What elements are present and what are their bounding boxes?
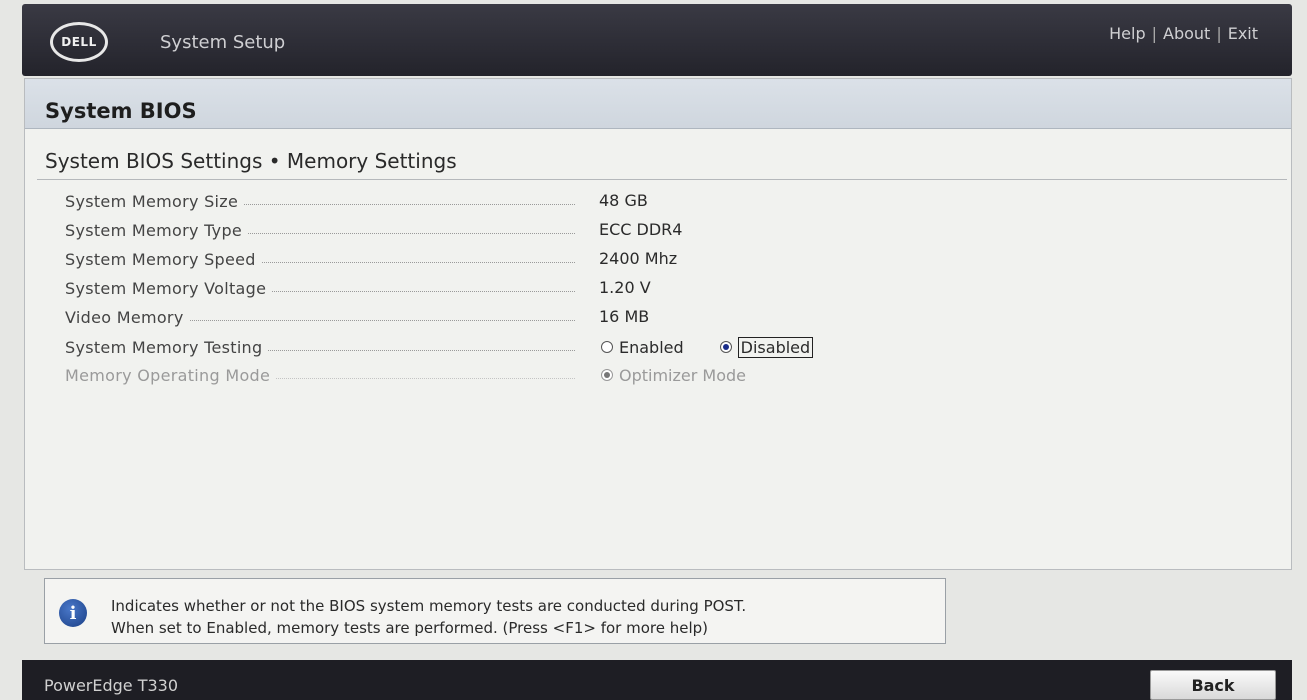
setting-row-memory-operating-mode: Memory Operating Mode Optimizer Mode	[65, 363, 1265, 387]
exit-link[interactable]: Exit	[1228, 24, 1258, 43]
setting-row-memory-voltage: System Memory Voltage 1.20 V	[65, 276, 1265, 300]
bottom-bar: PowerEdge T330 Back	[22, 660, 1292, 700]
radio-selected-icon	[601, 369, 613, 381]
help-line-1: Indicates whether or not the BIOS system…	[111, 597, 747, 615]
link-separator: |	[1151, 24, 1157, 43]
leader-dots	[268, 349, 575, 351]
setting-row-memory-size: System Memory Size 48 GB	[65, 189, 1265, 213]
memory-testing-radio-group: Enabled Disabled	[601, 335, 849, 359]
main-panel: System BIOS System BIOS Settings • Memor…	[24, 78, 1292, 570]
memory-testing-disabled-option[interactable]: Disabled	[719, 336, 814, 358]
option-label: Enabled	[619, 337, 684, 357]
setting-value: 1.20 V	[599, 278, 651, 297]
leader-dots	[248, 232, 575, 234]
setting-row-video-memory: Video Memory 16 MB	[65, 305, 1265, 329]
leader-dots	[261, 261, 575, 263]
help-panel: i Indicates whether or not the BIOS syst…	[44, 578, 946, 644]
setting-label: System Memory Speed	[65, 249, 256, 269]
option-label: Optimizer Mode	[619, 365, 746, 385]
radio-unselected-icon[interactable]	[601, 341, 613, 353]
leader-dots	[244, 203, 575, 205]
leader-dots	[272, 290, 575, 292]
header-links: Help | About | Exit	[1109, 24, 1258, 43]
optimizer-mode-option: Optimizer Mode	[601, 366, 746, 385]
dell-logo: DELL	[50, 22, 108, 62]
link-separator: |	[1216, 24, 1222, 43]
setting-label: System Memory Testing	[65, 337, 263, 357]
setting-label: System Memory Voltage	[65, 278, 267, 298]
leader-dots	[276, 377, 575, 379]
help-line-2: When set to Enabled, memory tests are pe…	[111, 619, 709, 637]
about-link[interactable]: About	[1163, 24, 1210, 43]
memory-testing-enabled-option[interactable]: Enabled	[601, 338, 684, 357]
setting-value: 2400 Mhz	[599, 249, 678, 268]
section-bar: System BIOS	[25, 79, 1291, 129]
page-title: System BIOS Settings • Memory Settings	[45, 149, 457, 173]
top-header: DELL System Setup Help | About | Exit	[22, 4, 1292, 76]
help-text: Indicates whether or not the BIOS system…	[111, 595, 746, 639]
setting-label: Video Memory	[65, 307, 184, 327]
section-title: System BIOS	[45, 99, 197, 123]
setting-row-memory-testing: System Memory Testing Enabled Disabled	[65, 335, 1265, 359]
setting-label: System Memory Type	[65, 220, 243, 240]
app-title: System Setup	[160, 32, 286, 53]
setting-label: Memory Operating Mode	[65, 365, 271, 385]
operating-mode-radio-group: Optimizer Mode	[601, 363, 782, 387]
system-model: PowerEdge T330	[44, 676, 179, 695]
setting-label: System Memory Size	[65, 191, 239, 211]
leader-dots	[189, 319, 575, 321]
setting-value: 48 GB	[599, 191, 648, 210]
setting-value: ECC DDR4	[599, 220, 683, 239]
option-label: Disabled	[737, 336, 814, 358]
title-divider	[37, 179, 1287, 180]
setting-row-memory-speed: System Memory Speed 2400 Mhz	[65, 247, 1265, 271]
info-icon: i	[59, 599, 87, 627]
setting-row-memory-type: System Memory Type ECC DDR4	[65, 218, 1265, 242]
setting-value: 16 MB	[599, 307, 650, 326]
radio-selected-icon[interactable]	[719, 341, 732, 353]
back-button[interactable]: Back	[1150, 670, 1276, 700]
help-link[interactable]: Help	[1109, 24, 1145, 43]
